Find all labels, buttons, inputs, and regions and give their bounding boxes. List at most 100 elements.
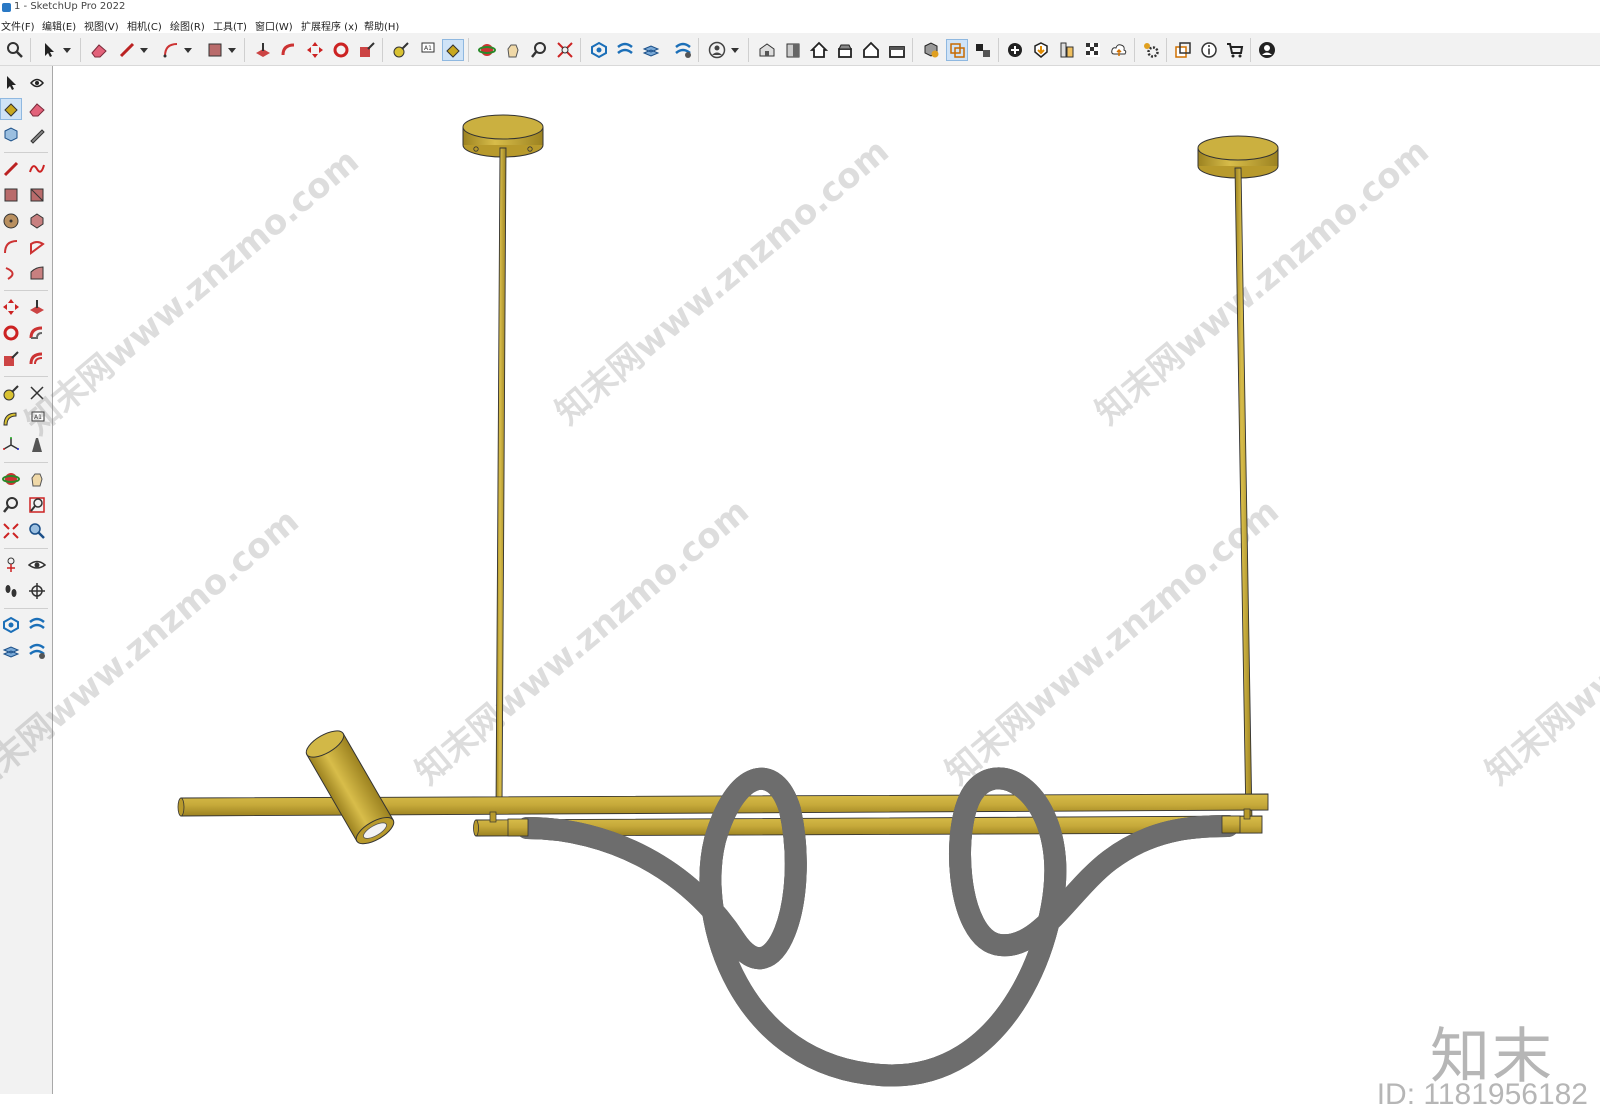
push-pull-icon[interactable] bbox=[26, 296, 48, 318]
back-view-icon[interactable] bbox=[886, 39, 908, 61]
pie-icon[interactable] bbox=[26, 236, 48, 258]
outliner-icon[interactable] bbox=[1172, 39, 1194, 61]
sandbox-tool-icon[interactable] bbox=[26, 640, 48, 662]
rectangle-icon[interactable] bbox=[0, 184, 22, 206]
move-icon[interactable] bbox=[304, 39, 326, 61]
shadow-icon[interactable] bbox=[1082, 39, 1104, 61]
paint-bucket-icon[interactable] bbox=[0, 98, 22, 120]
account-icon[interactable] bbox=[1256, 39, 1278, 61]
iso-view-icon[interactable] bbox=[756, 39, 778, 61]
info-icon[interactable] bbox=[1198, 39, 1220, 61]
text-icon[interactable]: A1 bbox=[416, 39, 438, 61]
look-around-icon[interactable] bbox=[26, 554, 48, 576]
section-display-icon[interactable] bbox=[972, 39, 994, 61]
rectangle-icon[interactable] bbox=[204, 39, 226, 61]
follow-me-icon[interactable] bbox=[278, 39, 300, 61]
style-icon[interactable] bbox=[672, 39, 694, 61]
top-view-icon[interactable] bbox=[834, 39, 856, 61]
zoom-tool-icon[interactable] bbox=[0, 494, 22, 516]
previous-view-icon[interactable] bbox=[26, 520, 48, 542]
walk-icon[interactable] bbox=[0, 580, 22, 602]
zoom-extents-icon[interactable] bbox=[554, 39, 576, 61]
menu-draw[interactable]: 绘图(R) bbox=[170, 18, 205, 33]
pencil-icon[interactable] bbox=[0, 158, 22, 180]
section-plane-tool-icon[interactable] bbox=[26, 580, 48, 602]
tape-icon[interactable] bbox=[26, 124, 48, 146]
section-plane-icon[interactable] bbox=[946, 39, 968, 61]
component-icon[interactable] bbox=[0, 124, 22, 146]
pan-icon[interactable] bbox=[502, 39, 524, 61]
sandbox-icon[interactable] bbox=[1030, 39, 1052, 61]
rotate-icon[interactable] bbox=[330, 39, 352, 61]
paint-bucket-icon[interactable] bbox=[442, 39, 464, 61]
rotated-rect-icon[interactable] bbox=[26, 184, 48, 206]
dropdown-icon[interactable] bbox=[60, 39, 74, 61]
layers-tool-icon[interactable] bbox=[0, 640, 22, 662]
select-icon[interactable] bbox=[0, 72, 22, 94]
axes-icon[interactable] bbox=[0, 434, 22, 456]
dropdown-icon[interactable] bbox=[137, 39, 151, 61]
arc-icon[interactable] bbox=[160, 39, 182, 61]
menu-bar: 文件(F) 编辑(E) 视图(V) 相机(C) 绘图(R) 工具(T) 窗口(W… bbox=[0, 16, 1600, 33]
user-icon[interactable] bbox=[706, 39, 728, 61]
dropdown-icon[interactable] bbox=[728, 39, 742, 61]
layout-icon[interactable] bbox=[640, 39, 662, 61]
extension-warehouse-icon[interactable] bbox=[614, 39, 636, 61]
polygon-icon[interactable] bbox=[26, 210, 48, 232]
arc-icon[interactable] bbox=[0, 236, 22, 258]
menu-camera[interactable]: 相机(C) bbox=[127, 18, 162, 33]
select-icon[interactable] bbox=[38, 39, 60, 61]
spotlight bbox=[305, 730, 395, 845]
menu-view[interactable]: 视图(V) bbox=[84, 18, 119, 33]
menu-file[interactable]: 文件(F) bbox=[1, 18, 35, 33]
zoom-icon[interactable] bbox=[528, 39, 550, 61]
move-icon[interactable] bbox=[0, 296, 22, 318]
warehouse-tool-icon[interactable] bbox=[0, 614, 22, 636]
search-icon[interactable] bbox=[4, 39, 26, 61]
scale-icon[interactable] bbox=[0, 348, 22, 370]
settings-icon[interactable] bbox=[1140, 39, 1162, 61]
tape-measure-icon[interactable] bbox=[390, 39, 412, 61]
orbit-icon[interactable] bbox=[476, 39, 498, 61]
warehouse-icon[interactable] bbox=[588, 39, 610, 61]
circle-icon[interactable] bbox=[0, 210, 22, 232]
component-icon[interactable] bbox=[920, 39, 942, 61]
rotate-icon[interactable] bbox=[0, 322, 22, 344]
menu-tools[interactable]: 工具(T) bbox=[213, 18, 247, 33]
pan-tool-icon[interactable] bbox=[26, 468, 48, 490]
orbit-icon[interactable] bbox=[26, 72, 48, 94]
menu-window[interactable]: 窗口(W) bbox=[255, 18, 293, 33]
two-point-arc-icon[interactable] bbox=[0, 262, 22, 284]
pencil-icon[interactable] bbox=[116, 39, 138, 61]
add-location-icon[interactable] bbox=[1004, 39, 1026, 61]
home-view-icon[interactable] bbox=[808, 39, 830, 61]
right-view-icon[interactable] bbox=[860, 39, 882, 61]
zoom-extents-tool-icon[interactable] bbox=[0, 520, 22, 542]
front-view-icon[interactable] bbox=[782, 39, 804, 61]
orbit-tool-icon[interactable] bbox=[0, 468, 22, 490]
scale-icon[interactable] bbox=[356, 39, 378, 61]
freehand-icon[interactable] bbox=[26, 158, 48, 180]
position-camera-icon[interactable] bbox=[0, 554, 22, 576]
right-suspension-rod bbox=[1234, 167, 1253, 823]
extension-tool-icon[interactable] bbox=[26, 614, 48, 636]
model-viewport[interactable]: 知末网www.znzmo.com 知末网www.znzmo.com 知末网www… bbox=[0, 66, 1600, 1111]
menu-extensions[interactable]: 扩展程序 (x) bbox=[301, 18, 358, 33]
pendant-light-model[interactable] bbox=[53, 66, 1600, 1094]
follow-me-icon[interactable] bbox=[26, 322, 48, 344]
menu-help[interactable]: 帮助(H) bbox=[364, 18, 399, 33]
dropdown-icon[interactable] bbox=[225, 39, 239, 61]
dropdown-icon[interactable] bbox=[181, 39, 195, 61]
svg-text:A1: A1 bbox=[424, 45, 432, 52]
offset-icon[interactable] bbox=[26, 348, 48, 370]
eraser-icon[interactable] bbox=[26, 98, 48, 120]
cloud-icon[interactable] bbox=[1108, 39, 1130, 61]
zoom-window-icon[interactable] bbox=[26, 494, 48, 516]
photo-texture-icon[interactable] bbox=[1056, 39, 1078, 61]
eraser-icon[interactable] bbox=[88, 39, 110, 61]
watermark-id: ID: 1181956182 bbox=[1376, 1078, 1588, 1111]
menu-edit[interactable]: 编辑(E) bbox=[42, 18, 76, 33]
three-point-arc-icon[interactable] bbox=[26, 262, 48, 284]
push-pull-icon[interactable] bbox=[252, 39, 274, 61]
cart-icon[interactable] bbox=[1224, 39, 1246, 61]
